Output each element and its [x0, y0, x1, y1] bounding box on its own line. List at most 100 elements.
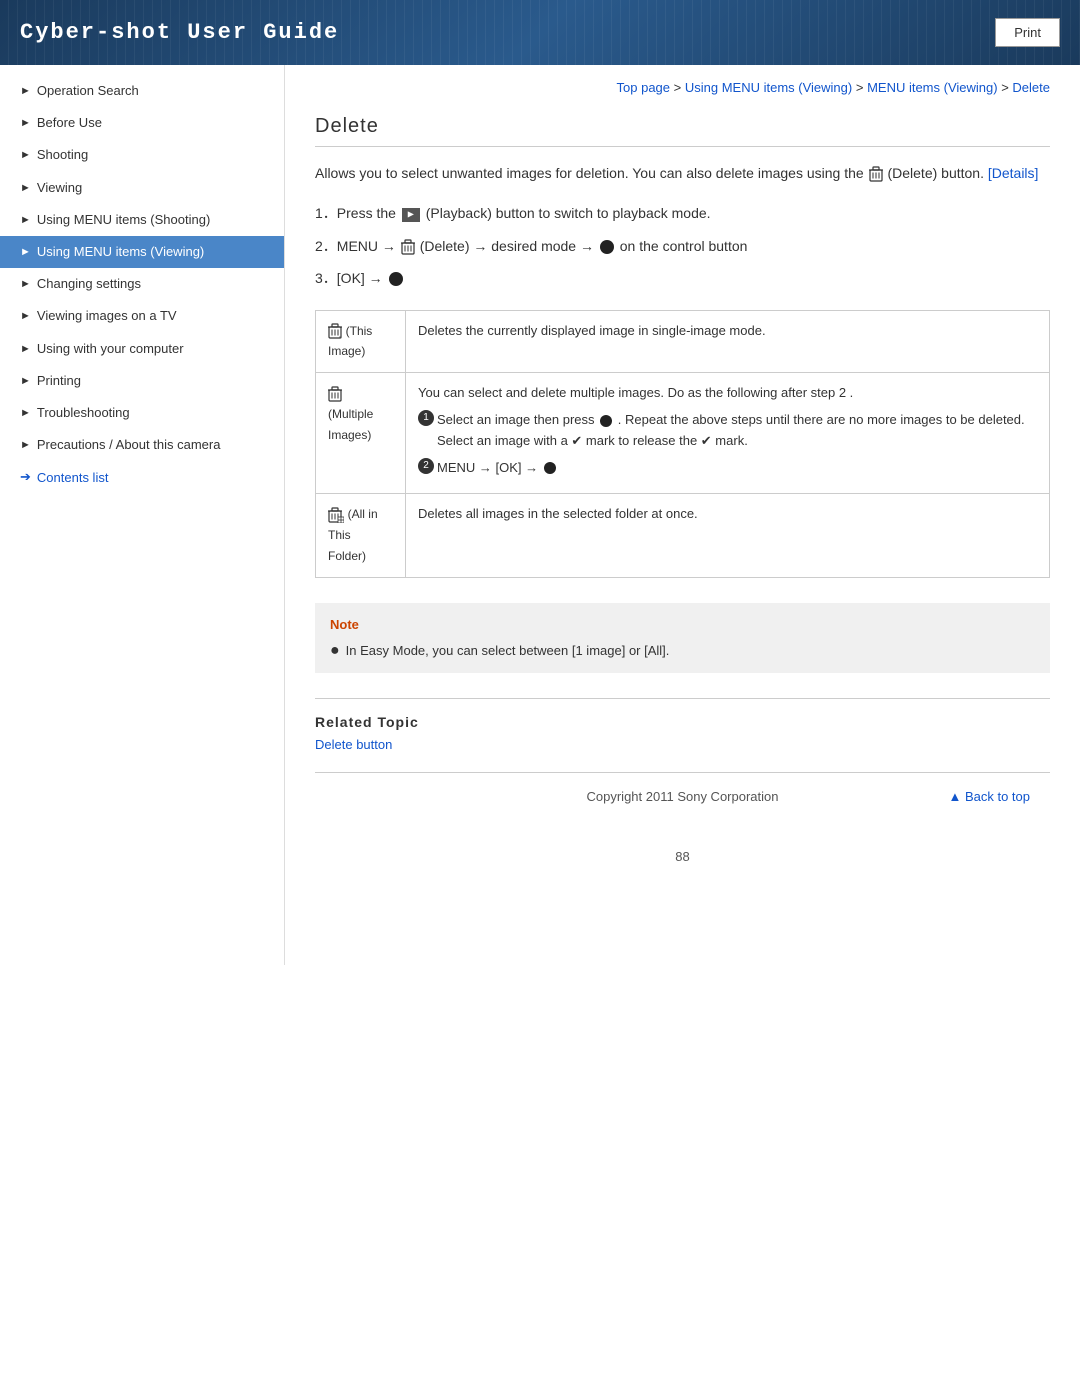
table-cell-icon: ₀ (ThisImage): [316, 310, 406, 373]
table-cell-desc-this: Deletes the currently displayed image in…: [406, 310, 1050, 373]
chevron-icon: ►: [20, 245, 31, 260]
table-row: (All inThisFolder) Deletes all images in…: [316, 494, 1050, 577]
note-text: In Easy Mode, you can select between [1 …: [346, 641, 670, 662]
sidebar-item-operation-search[interactable]: ► Operation Search: [0, 75, 284, 107]
breadcrumb-sep2: >: [856, 80, 867, 95]
table-icon-label-multiple: (MultipleImages): [328, 407, 373, 442]
breadcrumb-menu-items[interactable]: MENU items (Viewing): [867, 80, 998, 95]
trash-icon-multiple: [328, 386, 342, 402]
sidebar-item-label: Viewing images on a TV: [37, 307, 177, 325]
circle-icon: [600, 415, 612, 427]
sidebar-item-menu-shooting[interactable]: ► Using MENU items (Shooting): [0, 204, 284, 236]
svg-text:₀: ₀: [339, 333, 342, 339]
breadcrumb-sep: >: [674, 80, 685, 95]
chevron-icon: ►: [20, 309, 31, 324]
multiple-step-1: 1 Select an image then press . Repeat th…: [418, 410, 1037, 452]
content-area: Top page > Using MENU items (Viewing) > …: [285, 65, 1080, 965]
breadcrumb-delete[interactable]: Delete: [1012, 80, 1050, 95]
table-cell-desc-all: Deletes all images in the selected folde…: [406, 494, 1050, 577]
related-topic-delete-button[interactable]: Delete button: [315, 737, 392, 752]
sidebar-item-shooting[interactable]: ► Shooting: [0, 139, 284, 171]
circle-num-2: 2: [418, 458, 434, 474]
circle-icon-2: [544, 462, 556, 474]
chevron-icon: ►: [20, 116, 31, 131]
page-title: Delete: [315, 115, 1050, 147]
step-3-text1: 3．[OK] →: [315, 270, 387, 286]
step-1-num: 1．Press the: [315, 205, 400, 221]
note-box: Note ● In Easy Mode, you can select betw…: [315, 603, 1050, 674]
step-1-text: (Playback) button to switch to playback …: [426, 205, 711, 221]
description-text2: (Delete) button.: [887, 165, 987, 181]
sidebar-item-printing[interactable]: ► Printing: [0, 365, 284, 397]
back-to-top-link[interactable]: Back to top: [948, 789, 1030, 804]
trash-icon-this: ₀: [328, 323, 342, 339]
sidebar-item-label: Precautions / About this camera: [37, 436, 221, 454]
trash-icon-inline: [869, 166, 883, 182]
circle-icon-step3: [389, 272, 403, 286]
sidebar-item-menu-viewing[interactable]: ► Using MENU items (Viewing): [0, 236, 284, 268]
sidebar-item-label: Printing: [37, 372, 81, 390]
chevron-icon: ►: [20, 84, 31, 99]
chevron-icon: ►: [20, 438, 31, 453]
sidebar-item-label: Changing settings: [37, 275, 141, 293]
sidebar-item-changing-settings[interactable]: ► Changing settings: [0, 268, 284, 300]
chevron-icon: ►: [20, 277, 31, 292]
delete-modes-table: ₀ (ThisImage) Deletes the currently disp…: [315, 310, 1050, 578]
copyright-text: Copyright 2011 Sony Corporation: [567, 789, 799, 804]
multiple-step-1-text: Select an image then press . Repeat the …: [437, 410, 1037, 452]
note-item: ● In Easy Mode, you can select between […: [330, 641, 1035, 662]
trash-icon-all: [328, 507, 344, 523]
description: Allows you to select unwanted images for…: [315, 162, 1050, 184]
related-topic-title: Related Topic: [315, 714, 1050, 730]
table-cell-icon-multiple: (MultipleImages): [316, 373, 406, 494]
sidebar-item-label: Shooting: [37, 146, 88, 164]
description-text: Allows you to select unwanted images for…: [315, 165, 868, 181]
note-title: Note: [330, 615, 1035, 636]
contents-list-link[interactable]: ➔ Contents list: [0, 461, 284, 493]
page-header: Cyber-shot User Guide Print: [0, 0, 1080, 65]
table-row: ₀ (ThisImage) Deletes the currently disp…: [316, 310, 1050, 373]
circle-icon-step2: [600, 240, 614, 254]
breadcrumb-top[interactable]: Top page: [617, 80, 671, 95]
sidebar-item-before-use[interactable]: ► Before Use: [0, 107, 284, 139]
print-button[interactable]: Print: [995, 18, 1060, 47]
step-2-text2: (Delete) → desired mode →: [420, 238, 598, 254]
related-topic-section: Related Topic Delete button: [315, 698, 1050, 752]
chevron-icon: ►: [20, 181, 31, 196]
table-cell-icon-all: (All inThisFolder): [316, 494, 406, 577]
details-link[interactable]: [Details]: [988, 165, 1039, 181]
sidebar-item-viewing[interactable]: ► Viewing: [0, 172, 284, 204]
site-title: Cyber-shot User Guide: [20, 20, 339, 45]
step-2: 2．MENU → (Delete) → desired mode → on th…: [315, 235, 1050, 257]
sidebar-item-viewing-tv[interactable]: ► Viewing images on a TV: [0, 300, 284, 332]
step-2-text3: on the control button: [620, 238, 748, 254]
sidebar-item-label: Using MENU items (Viewing): [37, 243, 204, 261]
chevron-icon: ►: [20, 342, 31, 357]
multiple-desc-line1: You can select and delete multiple image…: [418, 383, 1037, 404]
breadcrumb-sep3: >: [1001, 80, 1012, 95]
chevron-icon: ►: [20, 148, 31, 163]
sidebar-item-label: Using with your computer: [37, 340, 184, 358]
sidebar-item-label: Using MENU items (Shooting): [37, 211, 210, 229]
page-footer: Copyright 2011 Sony Corporation Back to …: [315, 772, 1050, 819]
arrow-right-icon: ➔: [20, 469, 31, 485]
step-3: 3．[OK] →: [315, 267, 1050, 289]
back-to-top-container: Back to top: [798, 788, 1030, 804]
breadcrumb: Top page > Using MENU items (Viewing) > …: [315, 80, 1050, 95]
chevron-icon: ►: [20, 406, 31, 421]
steps-list: 1．Press the ▶ (Playback) button to switc…: [315, 202, 1050, 289]
circle-num-1: 1: [418, 410, 434, 426]
table-row: (MultipleImages) You can select and dele…: [316, 373, 1050, 494]
sidebar: ► Operation Search ► Before Use ► Shooti…: [0, 65, 285, 965]
trash-icon-step2: [401, 239, 415, 255]
sidebar-item-label: Viewing: [37, 179, 82, 197]
multiple-step-2-text: MENU → [OK] →: [437, 458, 558, 479]
sidebar-item-label: Troubleshooting: [37, 404, 130, 422]
contents-list-label: Contents list: [37, 470, 109, 485]
sidebar-item-computer[interactable]: ► Using with your computer: [0, 333, 284, 365]
chevron-icon: ►: [20, 374, 31, 389]
sidebar-item-troubleshooting[interactable]: ► Troubleshooting: [0, 397, 284, 429]
step-2-text1: 2．MENU →: [315, 238, 400, 254]
breadcrumb-menu-viewing[interactable]: Using MENU items (Viewing): [685, 80, 852, 95]
sidebar-item-precautions[interactable]: ► Precautions / About this camera: [0, 429, 284, 461]
